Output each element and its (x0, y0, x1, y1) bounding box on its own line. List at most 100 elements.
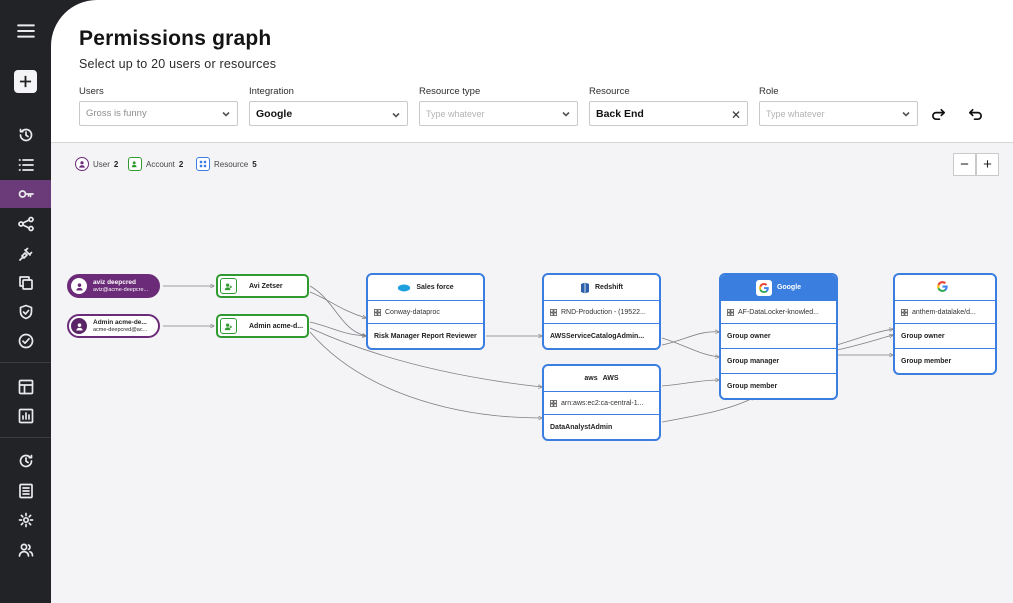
plug-icon (18, 247, 32, 261)
sidebar-item-copies[interactable] (0, 269, 51, 297)
sidebar (0, 0, 51, 603)
account-icon (128, 157, 142, 171)
sidebar-item-reports[interactable] (0, 402, 51, 430)
integration-select-value: Google (256, 107, 293, 120)
redshift-icon (581, 282, 589, 293)
resource-node-google-2[interactable]: anthem-datalake/d... Group owner Group m… (893, 273, 997, 375)
sidebar-item-reviews[interactable] (0, 327, 51, 355)
legend-account: Account 2 (128, 157, 183, 171)
chevron-down-icon (902, 110, 910, 118)
legend-resource-label: Resource (214, 159, 249, 169)
redo-button[interactable] (928, 104, 948, 124)
resource-sub: RND-Production - (19522... (561, 308, 646, 316)
add-button[interactable] (14, 70, 37, 93)
undo-icon (968, 108, 982, 120)
resource-type-label: Resource type (419, 86, 481, 97)
legend-user-label: User (93, 159, 110, 169)
resource-icon (196, 157, 210, 171)
resource-title: Sales force (416, 284, 454, 291)
users-select[interactable]: Gross is funny (79, 101, 238, 126)
resource-title: Redshift (595, 284, 623, 291)
account-node[interactable]: Avi Zetser (216, 274, 309, 298)
resource-node-salesforce[interactable]: Sales force Conway-dataproc Risk Manager… (366, 273, 485, 350)
account-name: Avi Zetser (249, 282, 283, 290)
check-circle-icon (18, 333, 33, 349)
resource-type-select[interactable]: Type whatever (419, 101, 578, 126)
sidebar-item-logs[interactable] (0, 477, 51, 505)
resource-type-placeholder: Type whatever (426, 108, 485, 119)
sidebar-item-users[interactable] (0, 536, 51, 564)
role-row[interactable]: Risk Manager Report Reviewer (368, 323, 483, 348)
users-icon (18, 543, 33, 557)
undo-button[interactable] (965, 104, 985, 124)
legend-account-count: 2 (178, 159, 184, 169)
user-icon (75, 157, 89, 171)
layout-icon (18, 379, 33, 395)
resource-input[interactable]: Back End ✕ (589, 101, 748, 126)
sidebar-item-graph[interactable] (0, 210, 51, 238)
sidebar-item-permissions[interactable] (0, 180, 51, 208)
zoom-out-button[interactable]: − (953, 153, 976, 176)
aws-icon: aws (584, 375, 598, 382)
shield-icon (19, 304, 32, 320)
sidebar-item-dashboard[interactable] (0, 373, 51, 401)
role-label: Role (759, 86, 779, 97)
hamburger-icon[interactable] (0, 17, 51, 45)
chevron-down-icon (392, 110, 400, 118)
resource-small-icon (550, 399, 557, 407)
legend-resource-count: 5 (252, 159, 257, 169)
sidebar-item-history[interactable] (0, 121, 51, 149)
legend-user: User 2 (75, 157, 118, 171)
graph-canvas[interactable] (51, 143, 1013, 603)
user-name: Admin acme-de... (93, 318, 147, 326)
integration-select[interactable]: Google (249, 101, 408, 126)
sidebar-item-activity[interactable] (0, 447, 51, 475)
sidebar-item-list[interactable] (0, 151, 51, 179)
resource-sub: AF-DataLocker-knowled... (738, 308, 819, 316)
role-select[interactable]: Type whatever (759, 101, 918, 126)
user-avatar-icon (71, 318, 87, 334)
role-row[interactable]: AWSServiceCatalogAdmin... (544, 323, 659, 348)
page-subtitle: Select up to 20 users or resources (79, 57, 277, 71)
resource-title: AWS (602, 375, 619, 382)
user-avatar-icon (71, 278, 87, 294)
account-node[interactable]: Admin acme-d... (216, 314, 309, 338)
resource-label: Resource (589, 86, 630, 97)
clear-icon[interactable]: ✕ (731, 108, 741, 122)
legend-resource: Resource 5 (196, 157, 257, 171)
google-icon (936, 280, 949, 295)
sidebar-item-security[interactable] (0, 298, 51, 326)
user-name: aviz deepcred (93, 278, 136, 286)
resource-sub: arn:aws:ec2:ca-central-1... (561, 399, 644, 407)
refresh-icon (19, 454, 32, 468)
chevron-down-icon (562, 110, 570, 118)
resource-input-value: Back End (596, 107, 644, 120)
sidebar-item-settings[interactable] (0, 506, 51, 534)
history-icon (19, 128, 32, 142)
resource-small-icon (550, 308, 557, 316)
sidebar-divider (0, 362, 51, 363)
role-row[interactable]: Group owner (895, 323, 995, 348)
users-label: Users (79, 86, 104, 97)
salesforce-icon (398, 284, 411, 292)
role-row[interactable]: Group owner (721, 323, 836, 348)
account-icon (220, 318, 237, 334)
user-node[interactable]: Admin acme-de... acme-deepcred@ac... (67, 314, 160, 338)
resource-node-aws[interactable]: aws AWS arn:aws:ec2:ca-central-1... Data… (542, 364, 661, 441)
resource-node-google[interactable]: Google AF-DataLocker-knowled... Group ow… (719, 273, 838, 400)
role-placeholder: Type whatever (766, 108, 825, 119)
resource-node-redshift[interactable]: Redshift RND-Production - (19522... AWSS… (542, 273, 661, 350)
resource-sub: Conway-dataproc (385, 308, 440, 316)
sidebar-item-integrations[interactable] (0, 240, 51, 268)
role-row[interactable]: DataAnalystAdmin (544, 414, 659, 439)
legend-account-label: Account (146, 159, 175, 169)
role-row[interactable]: Group member (721, 373, 836, 398)
role-row[interactable]: Group manager (721, 348, 836, 373)
user-email: aviz@acme-deepcre... (93, 286, 149, 293)
user-node[interactable]: aviz deepcred aviz@acme-deepcre... (67, 274, 160, 298)
resource-sub: anthem-datalake/d... (912, 308, 976, 316)
zoom-in-button[interactable]: + (976, 153, 999, 176)
app-root: Permissions graph Select up to 20 users … (0, 0, 1013, 603)
role-row[interactable]: Group member (895, 348, 995, 373)
key-icon (18, 190, 34, 198)
